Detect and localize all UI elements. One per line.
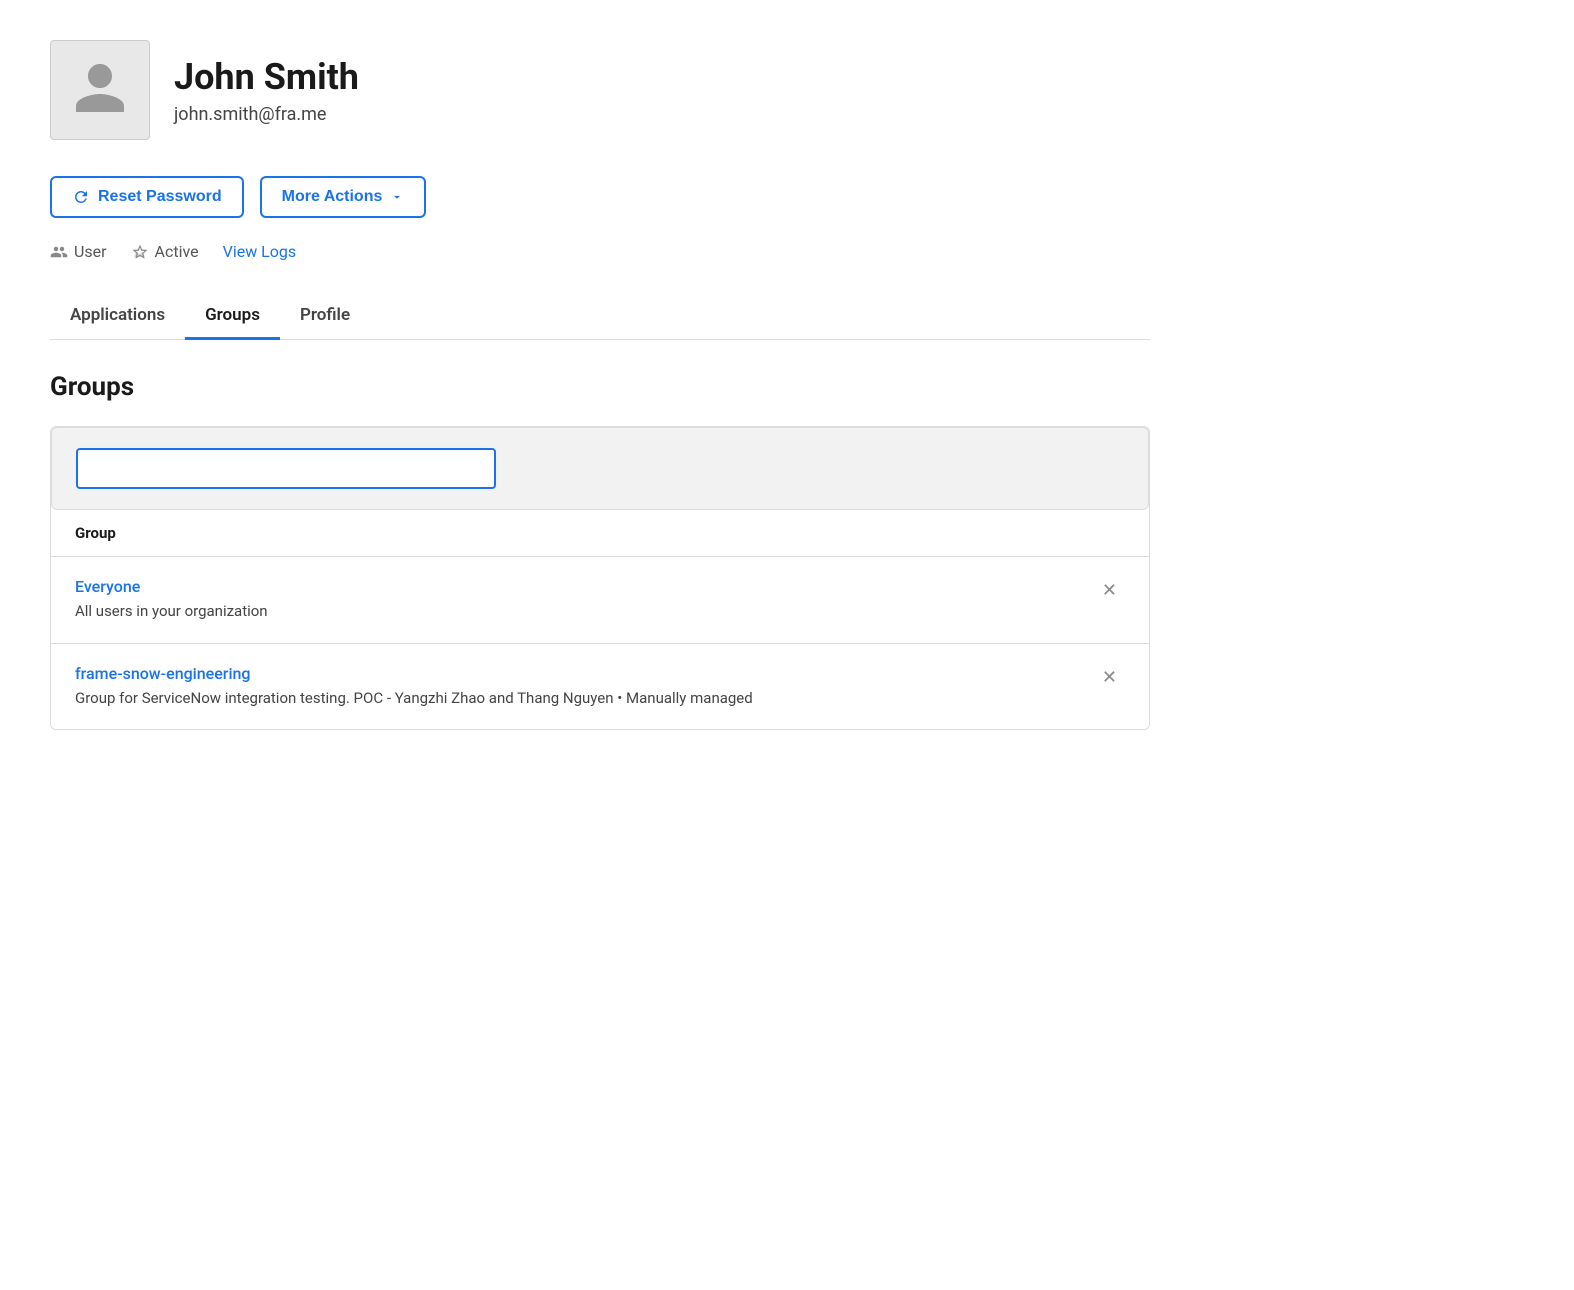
- user-info: John Smith john.smith@fra.me: [174, 56, 359, 125]
- activity-icon: [131, 243, 149, 261]
- group-column-header: Group: [75, 524, 116, 542]
- user-role-label: User: [74, 242, 107, 261]
- user-status-label: Active: [155, 242, 199, 261]
- tab-applications[interactable]: Applications: [50, 293, 185, 340]
- user-email: john.smith@fra.me: [174, 104, 359, 125]
- reset-icon: [72, 188, 90, 206]
- tabs-container: Applications Groups Profile: [50, 293, 1150, 340]
- section-title: Groups: [50, 372, 1150, 402]
- user-avatar-icon: [70, 58, 130, 122]
- page-container: John Smith john.smith@fra.me Reset Passw…: [0, 0, 1200, 770]
- status-row: User Active View Logs: [50, 242, 1150, 261]
- user-role-icon: [50, 243, 68, 261]
- activity-status: Active: [131, 242, 199, 261]
- action-buttons: Reset Password More Actions: [50, 176, 1150, 218]
- view-logs-link[interactable]: View Logs: [223, 242, 297, 261]
- reset-password-label: Reset Password: [98, 188, 222, 206]
- group-everyone-content: Everyone All users in your organization: [75, 577, 1078, 623]
- user-name: John Smith: [174, 56, 359, 98]
- group-everyone-name[interactable]: Everyone: [75, 577, 1078, 596]
- groups-table-header: Group: [51, 510, 1149, 557]
- remove-everyone-button[interactable]: ✕: [1094, 577, 1125, 603]
- user-header: John Smith john.smith@fra.me: [50, 40, 1150, 140]
- search-and-table: Group Everyone All users in your organiz…: [50, 426, 1150, 730]
- avatar: [50, 40, 150, 140]
- groups-section: Groups Group Everyone All users in your …: [50, 372, 1150, 730]
- group-everyone-desc: All users in your organization: [75, 600, 1078, 623]
- remove-frame-snow-button[interactable]: ✕: [1094, 664, 1125, 690]
- group-frame-snow-desc: Group for ServiceNow integration testing…: [75, 687, 1078, 710]
- group-search-input[interactable]: [76, 448, 496, 489]
- group-frame-snow-content: frame-snow-engineering Group for Service…: [75, 664, 1078, 710]
- more-actions-label: More Actions: [282, 188, 383, 206]
- group-row-everyone: Everyone All users in your organization …: [51, 557, 1149, 644]
- group-frame-snow-name[interactable]: frame-snow-engineering: [75, 664, 1078, 683]
- tab-profile[interactable]: Profile: [280, 293, 370, 340]
- search-container: [51, 427, 1149, 510]
- tab-groups[interactable]: Groups: [185, 293, 280, 340]
- reset-password-button[interactable]: Reset Password: [50, 176, 244, 218]
- dropdown-arrow-icon: [390, 190, 404, 204]
- more-actions-button[interactable]: More Actions: [260, 176, 427, 218]
- role-status: User: [50, 242, 107, 261]
- group-row-frame-snow-engineering: frame-snow-engineering Group for Service…: [51, 644, 1149, 730]
